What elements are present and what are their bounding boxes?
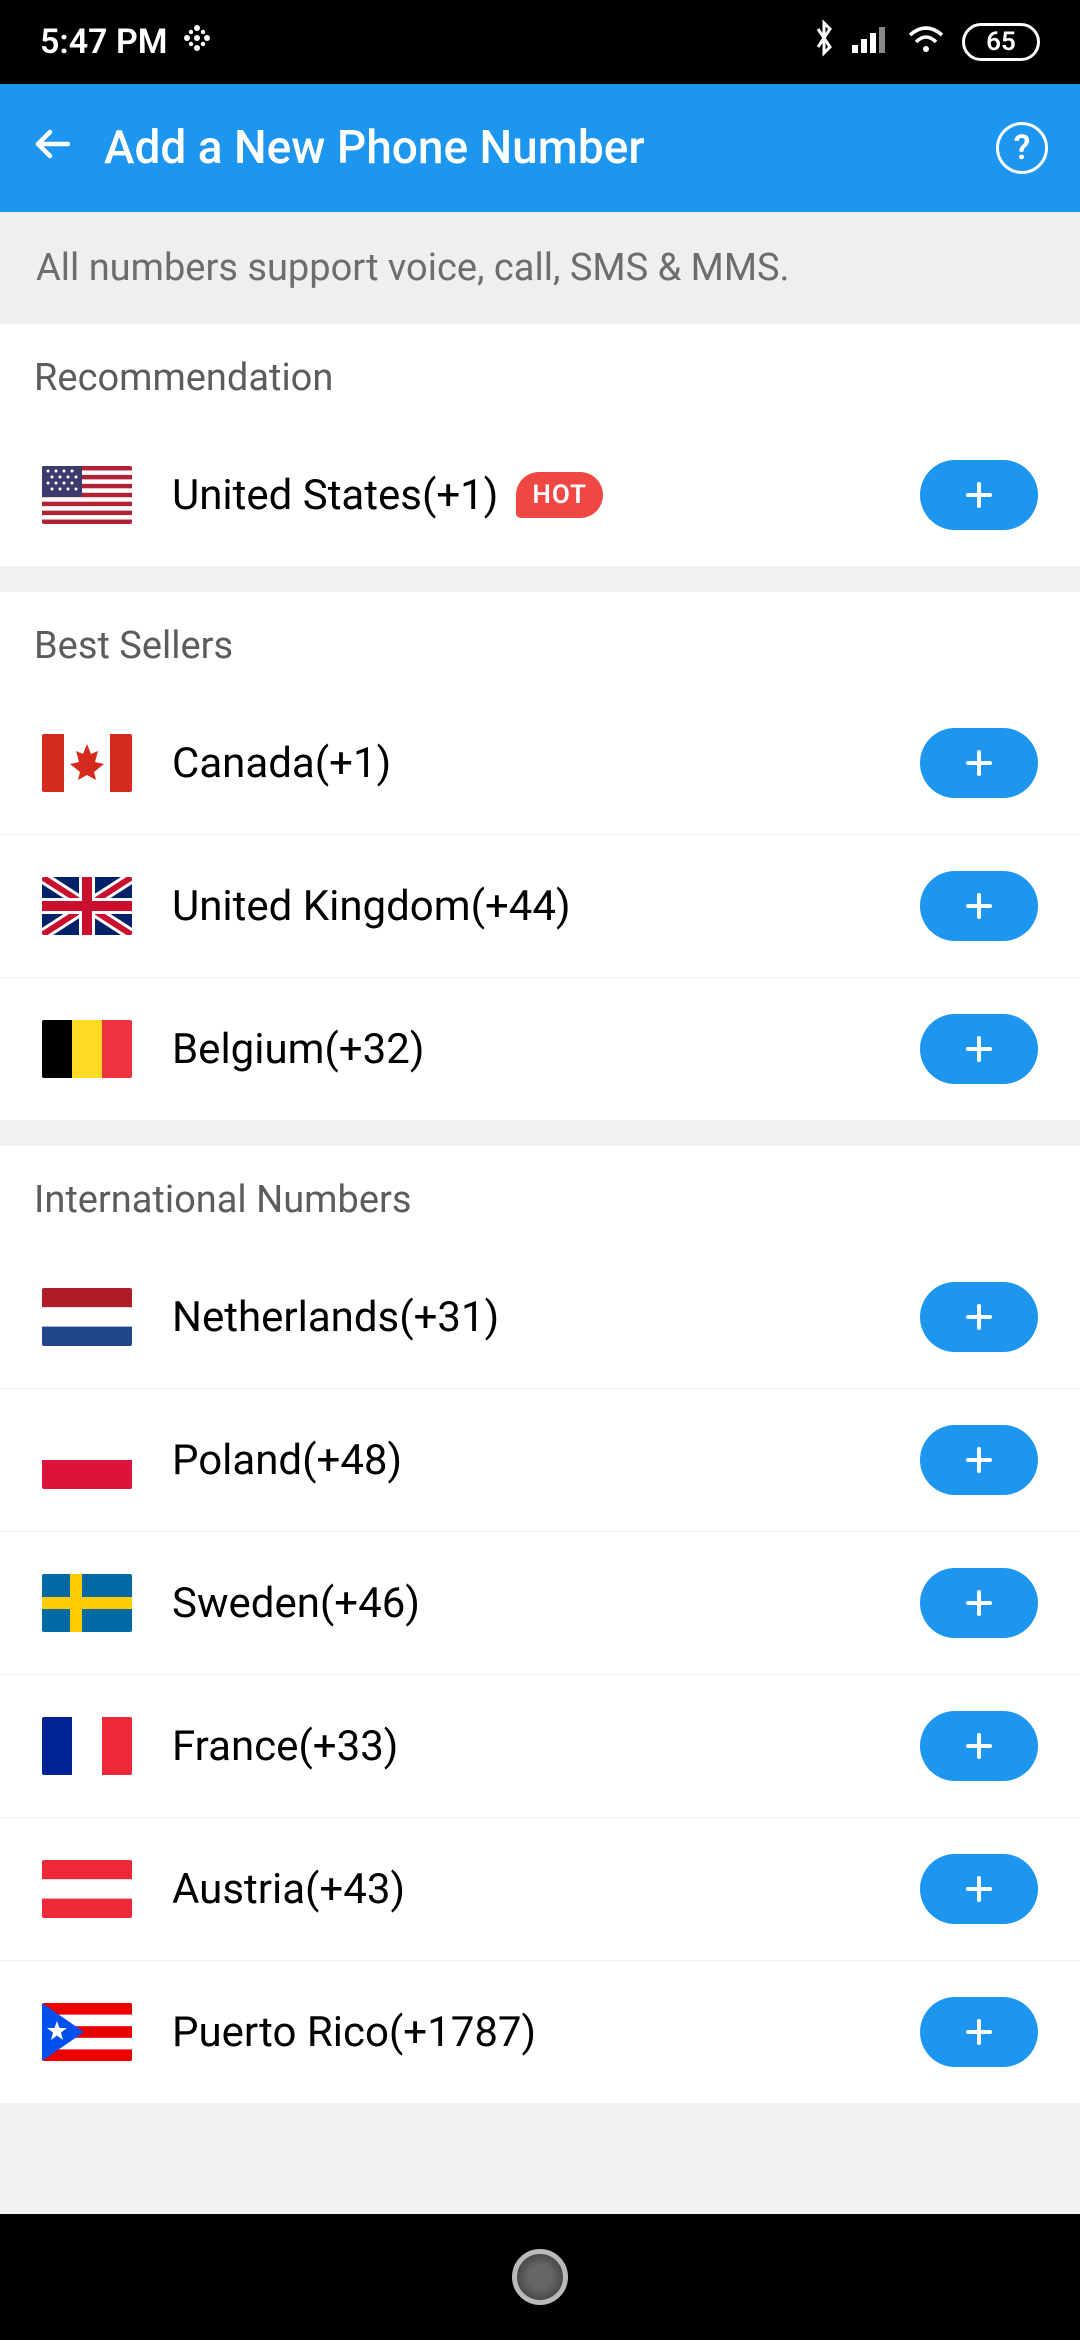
add-button-at[interactable] <box>920 1854 1038 1924</box>
country-label: Puerto Rico(+1787) <box>172 2008 536 2057</box>
flag-pl-icon <box>42 1431 132 1489</box>
back-arrow-icon[interactable] <box>32 118 76 179</box>
country-label: France(+33) <box>172 1722 398 1771</box>
add-button-us[interactable] <box>920 460 1038 530</box>
flag-be-icon <box>42 1020 132 1078</box>
country-label: Canada(+1) <box>172 739 391 788</box>
country-label: Netherlands(+31) <box>172 1293 499 1342</box>
country-row-pr[interactable]: Puerto Rico(+1787) <box>0 1961 1080 2103</box>
add-button-uk[interactable] <box>920 871 1038 941</box>
add-button-pr[interactable] <box>920 1997 1038 2067</box>
add-button-pl[interactable] <box>920 1425 1038 1495</box>
flag-us-icon <box>42 466 132 524</box>
hot-badge: HOT <box>516 472 603 518</box>
country-row-us[interactable]: United States(+1) HOT <box>0 424 1080 566</box>
country-label: Austria(+43) <box>172 1865 405 1914</box>
header-title: Add a New Phone Number <box>104 121 996 175</box>
home-button-icon[interactable] <box>512 2249 568 2305</box>
battery-indicator: 65 <box>962 23 1040 61</box>
flag-uk-icon <box>42 877 132 935</box>
add-button-ca[interactable] <box>920 728 1038 798</box>
country-label: Sweden(+46) <box>172 1579 420 1628</box>
flag-pr-icon <box>42 2003 132 2061</box>
section-title-recommendation: Recommendation <box>0 324 1080 424</box>
flag-ca-icon <box>42 734 132 792</box>
system-nav-bar <box>0 2214 1080 2340</box>
flag-at-icon <box>42 1860 132 1918</box>
bluetooth-icon <box>812 19 836 66</box>
add-button-be[interactable] <box>920 1014 1038 1084</box>
section-title-international: International Numbers <box>0 1146 1080 1246</box>
cellular-signal-icon <box>852 22 890 62</box>
country-label: United Kingdom(+44) <box>172 882 571 931</box>
country-row-ca[interactable]: Canada(+1) <box>0 692 1080 835</box>
add-button-fr[interactable] <box>920 1711 1038 1781</box>
flag-nl-icon <box>42 1288 132 1346</box>
app-header: Add a New Phone Number ? <box>0 84 1080 212</box>
flag-fr-icon <box>42 1717 132 1775</box>
status-time: 5:47 PM <box>40 22 168 62</box>
country-label: United States(+1) <box>172 471 498 520</box>
flag-se-icon <box>42 1574 132 1632</box>
country-label: Belgium(+32) <box>172 1025 424 1074</box>
add-button-nl[interactable] <box>920 1282 1038 1352</box>
country-label: Poland(+48) <box>172 1436 402 1485</box>
help-icon[interactable]: ? <box>996 122 1048 174</box>
country-row-pl[interactable]: Poland(+48) <box>0 1389 1080 1532</box>
country-row-uk[interactable]: United Kingdom(+44) <box>0 835 1080 978</box>
status-bar: 5:47 PM 65 <box>0 0 1080 84</box>
country-row-se[interactable]: Sweden(+46) <box>0 1532 1080 1675</box>
status-indicator-icon <box>182 22 212 62</box>
country-row-be[interactable]: Belgium(+32) <box>0 978 1080 1120</box>
section-title-best-sellers: Best Sellers <box>0 592 1080 692</box>
info-banner: All numbers support voice, call, SMS & M… <box>0 212 1080 324</box>
country-row-fr[interactable]: France(+33) <box>0 1675 1080 1818</box>
country-row-at[interactable]: Austria(+43) <box>0 1818 1080 1961</box>
add-button-se[interactable] <box>920 1568 1038 1638</box>
wifi-icon <box>906 22 946 62</box>
country-row-nl[interactable]: Netherlands(+31) <box>0 1246 1080 1389</box>
